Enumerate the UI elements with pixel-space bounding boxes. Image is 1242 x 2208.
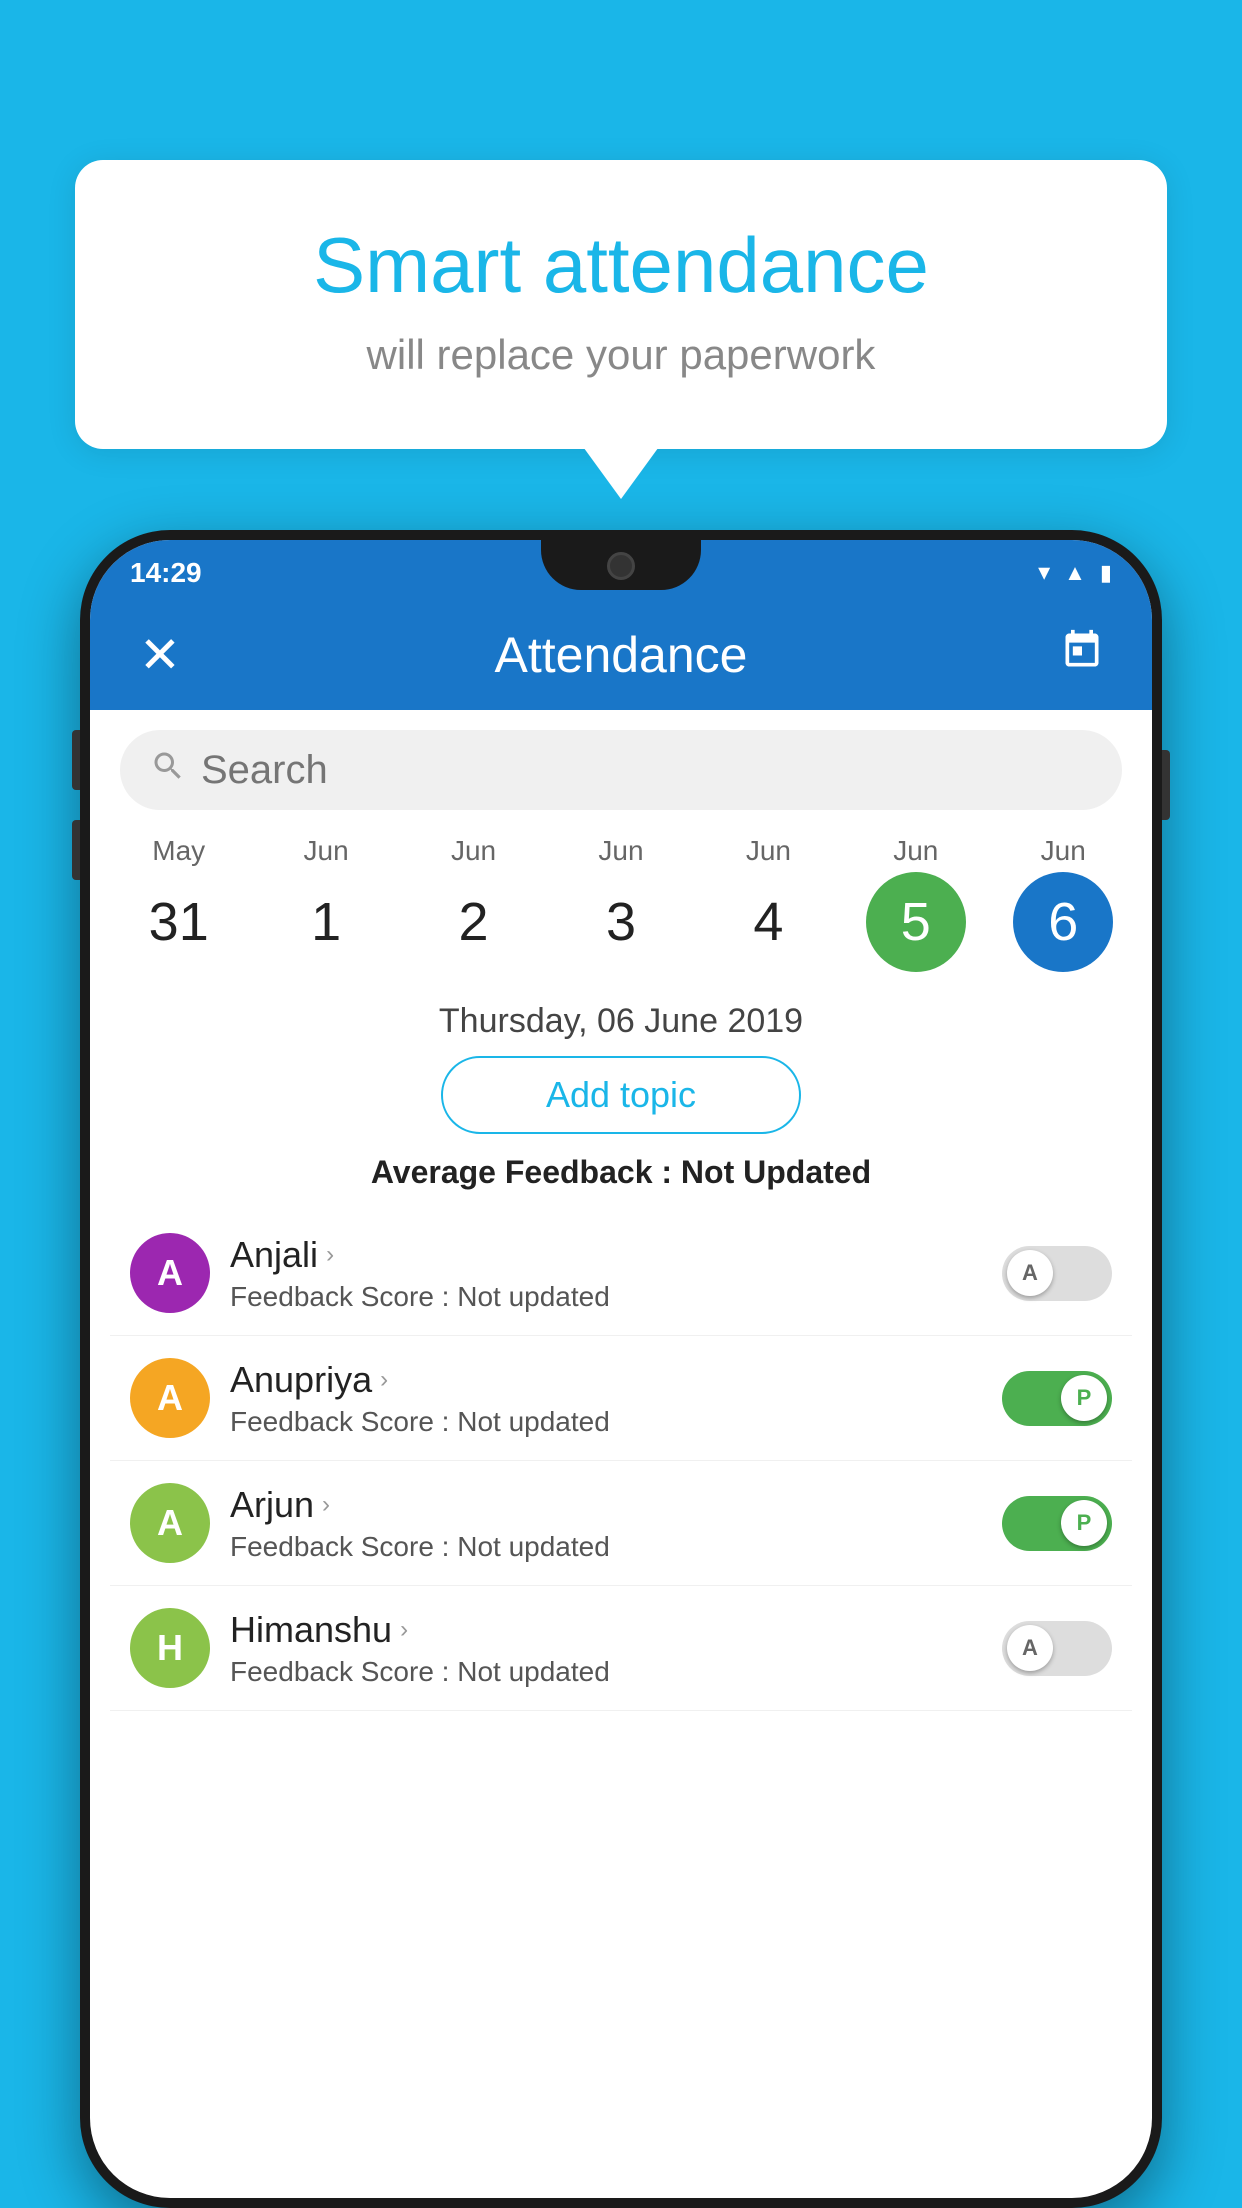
- cal-date-1[interactable]: 1: [276, 872, 376, 972]
- wifi-icon: ▾: [1038, 558, 1050, 587]
- toggle-knob-arjun: P: [1061, 1500, 1107, 1546]
- calendar-months: May Jun Jun Jun Jun Jun Jun: [90, 830, 1152, 867]
- status-icons: ▾ ▲ ▮: [1038, 558, 1112, 587]
- toggle-switch-anupriya[interactable]: P: [1002, 1371, 1112, 1426]
- bubble-subtitle: will replace your paperwork: [125, 331, 1117, 379]
- cal-month-4: Jun: [708, 835, 828, 867]
- calendar-icon[interactable]: [1052, 628, 1112, 683]
- toggle-arjun[interactable]: P: [1002, 1496, 1112, 1551]
- avatar-anupriya: A: [130, 1358, 210, 1438]
- volume-up-button: [72, 730, 80, 790]
- calendar-dates: 31 1 2 3 4 5 6: [90, 867, 1152, 982]
- add-topic-button[interactable]: Add topic: [441, 1056, 801, 1134]
- volume-down-button: [72, 820, 80, 880]
- student-name-anupriya: Anupriya ›: [230, 1359, 982, 1401]
- avg-feedback-label: Average Feedback :: [371, 1154, 681, 1190]
- cal-month-1: Jun: [266, 835, 386, 867]
- chevron-icon: ›: [326, 1241, 334, 1269]
- avatar-anjali: A: [130, 1233, 210, 1313]
- toggle-knob-anupriya: P: [1061, 1375, 1107, 1421]
- toggle-himanshu[interactable]: A: [1002, 1621, 1112, 1676]
- cal-date-5[interactable]: 5: [866, 872, 966, 972]
- toggle-anjali[interactable]: A: [1002, 1246, 1112, 1301]
- student-feedback-anupriya: Feedback Score : Not updated: [230, 1406, 982, 1438]
- cal-date-3[interactable]: 3: [571, 872, 671, 972]
- toggle-anupriya[interactable]: P: [1002, 1371, 1112, 1426]
- student-feedback-anjali: Feedback Score : Not updated: [230, 1281, 982, 1313]
- cal-month-0: May: [119, 835, 239, 867]
- student-name-anjali: Anjali ›: [230, 1234, 982, 1276]
- toggle-switch-arjun[interactable]: P: [1002, 1496, 1112, 1551]
- student-item-himanshu[interactable]: H Himanshu › Feedback Score : Not update…: [110, 1586, 1132, 1711]
- avatar-himanshu: H: [130, 1608, 210, 1688]
- selected-date-label: Thursday, 06 June 2019: [90, 1002, 1152, 1041]
- phone-screen: 14:29 ▾ ▲ ▮ ✕ Attendance: [90, 540, 1152, 2198]
- search-bar[interactable]: [120, 730, 1122, 810]
- background: Smart attendance will replace your paper…: [0, 0, 1242, 2208]
- student-info-arjun: Arjun › Feedback Score : Not updated: [210, 1484, 1002, 1563]
- cal-date-31[interactable]: 31: [129, 872, 229, 972]
- cal-date-4[interactable]: 4: [718, 872, 818, 972]
- chevron-icon: ›: [400, 1616, 408, 1644]
- close-button[interactable]: ✕: [130, 626, 190, 684]
- cal-month-5: Jun: [856, 835, 976, 867]
- battery-icon: ▮: [1100, 560, 1112, 586]
- student-feedback-arjun: Feedback Score : Not updated: [230, 1531, 982, 1563]
- toggle-knob-himanshu: A: [1007, 1625, 1053, 1671]
- power-button: [1162, 750, 1170, 820]
- phone-frame: 14:29 ▾ ▲ ▮ ✕ Attendance: [80, 530, 1162, 2208]
- student-info-himanshu: Himanshu › Feedback Score : Not updated: [210, 1609, 1002, 1688]
- avg-feedback-value: Not Updated: [681, 1154, 871, 1190]
- notch: [541, 540, 701, 590]
- chevron-icon: ›: [380, 1366, 388, 1394]
- student-list: A Anjali › Feedback Score : Not updated …: [90, 1211, 1152, 1711]
- avatar-arjun: A: [130, 1483, 210, 1563]
- student-item-anjali[interactable]: A Anjali › Feedback Score : Not updated …: [110, 1211, 1132, 1336]
- camera: [607, 552, 635, 580]
- search-icon: [150, 748, 186, 793]
- cal-month-2: Jun: [414, 835, 534, 867]
- toggle-switch-himanshu[interactable]: A: [1002, 1621, 1112, 1676]
- student-info-anupriya: Anupriya › Feedback Score : Not updated: [210, 1359, 1002, 1438]
- cal-month-6: Jun: [1003, 835, 1123, 867]
- student-item-anupriya[interactable]: A Anupriya › Feedback Score : Not update…: [110, 1336, 1132, 1461]
- search-input[interactable]: [201, 748, 1092, 793]
- avg-feedback: Average Feedback : Not Updated: [90, 1154, 1152, 1191]
- status-time: 14:29: [130, 557, 202, 589]
- student-name-himanshu: Himanshu ›: [230, 1609, 982, 1651]
- cal-month-3: Jun: [561, 835, 681, 867]
- toggle-switch-anjali[interactable]: A: [1002, 1246, 1112, 1301]
- toggle-knob-anjali: A: [1007, 1250, 1053, 1296]
- app-bar: ✕ Attendance: [90, 600, 1152, 710]
- chevron-icon: ›: [322, 1491, 330, 1519]
- speech-bubble: Smart attendance will replace your paper…: [75, 160, 1167, 449]
- student-name-arjun: Arjun ›: [230, 1484, 982, 1526]
- cal-date-2[interactable]: 2: [424, 872, 524, 972]
- student-item-arjun[interactable]: A Arjun › Feedback Score : Not updated P: [110, 1461, 1132, 1586]
- app-title: Attendance: [190, 626, 1052, 684]
- bubble-title: Smart attendance: [125, 220, 1117, 311]
- signal-icon: ▲: [1064, 560, 1086, 586]
- student-feedback-himanshu: Feedback Score : Not updated: [230, 1656, 982, 1688]
- cal-date-6[interactable]: 6: [1013, 872, 1113, 972]
- student-info-anjali: Anjali › Feedback Score : Not updated: [210, 1234, 1002, 1313]
